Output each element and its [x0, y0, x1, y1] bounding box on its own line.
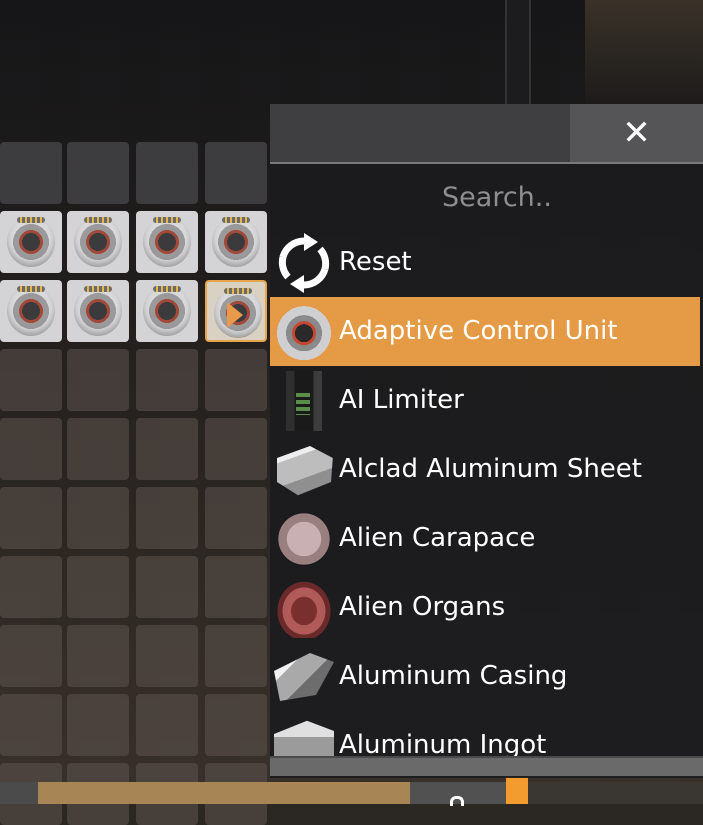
list-item-reset[interactable]: Reset: [270, 228, 700, 297]
adaptive-control-unit-icon: [7, 286, 55, 336]
list-item-adaptive-control-unit[interactable]: Adaptive Control Unit: [270, 297, 700, 366]
alien-organs-icon: [274, 578, 334, 638]
inventory-slot[interactable]: [67, 625, 129, 687]
inventory-slot[interactable]: [136, 625, 198, 687]
inventory-slot[interactable]: [67, 349, 129, 411]
close-button[interactable]: ✕: [570, 104, 703, 162]
header-divider: [270, 162, 703, 164]
list-item-label: Alien Organs: [339, 592, 506, 622]
inventory-slot[interactable]: [67, 280, 129, 342]
bottom-left-button[interactable]: [0, 782, 38, 804]
background-panel: [585, 0, 703, 104]
inventory-slot[interactable]: [205, 556, 267, 618]
list-item-aluminum-casing[interactable]: Aluminum Casing: [270, 642, 700, 711]
inventory-slot[interactable]: [0, 211, 62, 273]
inventory-slot[interactable]: [67, 211, 129, 273]
inventory-slot[interactable]: [67, 142, 129, 204]
panel-header: ✕: [270, 104, 703, 162]
header-field: [270, 104, 570, 162]
inventory-slot-selected[interactable]: [205, 280, 267, 342]
adaptive-control-unit-icon: [74, 217, 122, 267]
lock-button[interactable]: [410, 782, 506, 806]
inventory-slot[interactable]: [0, 694, 62, 756]
inventory-slot[interactable]: [205, 418, 267, 480]
inventory-slot[interactable]: [136, 418, 198, 480]
inventory-slot[interactable]: [67, 418, 129, 480]
inventory-slot[interactable]: [136, 142, 198, 204]
inventory-slot[interactable]: [67, 556, 129, 618]
lock-icon: [450, 796, 464, 806]
inventory-slot[interactable]: [136, 487, 198, 549]
alien-carapace-icon: [274, 509, 334, 569]
list-item-label: AI Limiter: [339, 385, 464, 415]
alclad-aluminum-sheet-icon: [277, 446, 333, 496]
inventory-slot[interactable]: [136, 556, 198, 618]
adaptive-control-unit-icon: [274, 302, 334, 362]
bottom-accent-tab[interactable]: [506, 777, 528, 804]
cursor-icon: [227, 302, 243, 328]
inventory-slot[interactable]: [0, 142, 62, 204]
reset-icon: [274, 233, 334, 293]
adaptive-control-unit-icon: [74, 286, 122, 336]
list-item-label: Alien Carapace: [339, 523, 536, 553]
inventory-slot[interactable]: [0, 280, 62, 342]
inventory-slot[interactable]: [205, 694, 267, 756]
adaptive-control-unit-icon: [7, 217, 55, 267]
close-icon: ✕: [622, 113, 651, 153]
item-selector-panel: ✕ Reset Adaptive Control Unit: [270, 104, 703, 778]
list-item-label: Alclad Aluminum Sheet: [339, 454, 642, 484]
inventory-slot[interactable]: [136, 211, 198, 273]
inventory-slot[interactable]: [136, 280, 198, 342]
list-item-alclad-aluminum-sheet[interactable]: Alclad Aluminum Sheet: [270, 435, 700, 504]
inventory-slot[interactable]: [205, 211, 267, 273]
scrollbar-thumb[interactable]: [270, 758, 703, 776]
inventory-slot[interactable]: [67, 694, 129, 756]
inventory-slot[interactable]: [205, 487, 267, 549]
list-item-label: Aluminum Casing: [339, 661, 568, 691]
search-input[interactable]: [330, 176, 664, 218]
adaptive-control-unit-icon: [143, 286, 191, 336]
inventory-slot[interactable]: [0, 625, 62, 687]
ai-limiter-icon: [286, 371, 322, 431]
bottom-progress-bar: [38, 782, 410, 804]
inventory-slot[interactable]: [205, 142, 267, 204]
list-item-alien-carapace[interactable]: Alien Carapace: [270, 504, 700, 573]
adaptive-control-unit-icon: [212, 217, 260, 267]
inventory-slot[interactable]: [0, 556, 62, 618]
list-item-label: Adaptive Control Unit: [339, 316, 618, 346]
inventory-slot[interactable]: [205, 625, 267, 687]
inventory-slot[interactable]: [136, 694, 198, 756]
inventory-slot[interactable]: [0, 349, 62, 411]
aluminum-casing-icon: [274, 653, 334, 701]
inventory-slot[interactable]: [136, 349, 198, 411]
inventory-slot[interactable]: [0, 487, 62, 549]
list-item-ai-limiter[interactable]: AI Limiter: [270, 366, 700, 435]
inventory-slot[interactable]: [67, 487, 129, 549]
inventory-slot[interactable]: [0, 418, 62, 480]
list-item-label: Reset: [339, 247, 412, 277]
adaptive-control-unit-icon: [143, 217, 191, 267]
inventory-slot[interactable]: [205, 349, 267, 411]
list-item-alien-organs[interactable]: Alien Organs: [270, 573, 700, 642]
